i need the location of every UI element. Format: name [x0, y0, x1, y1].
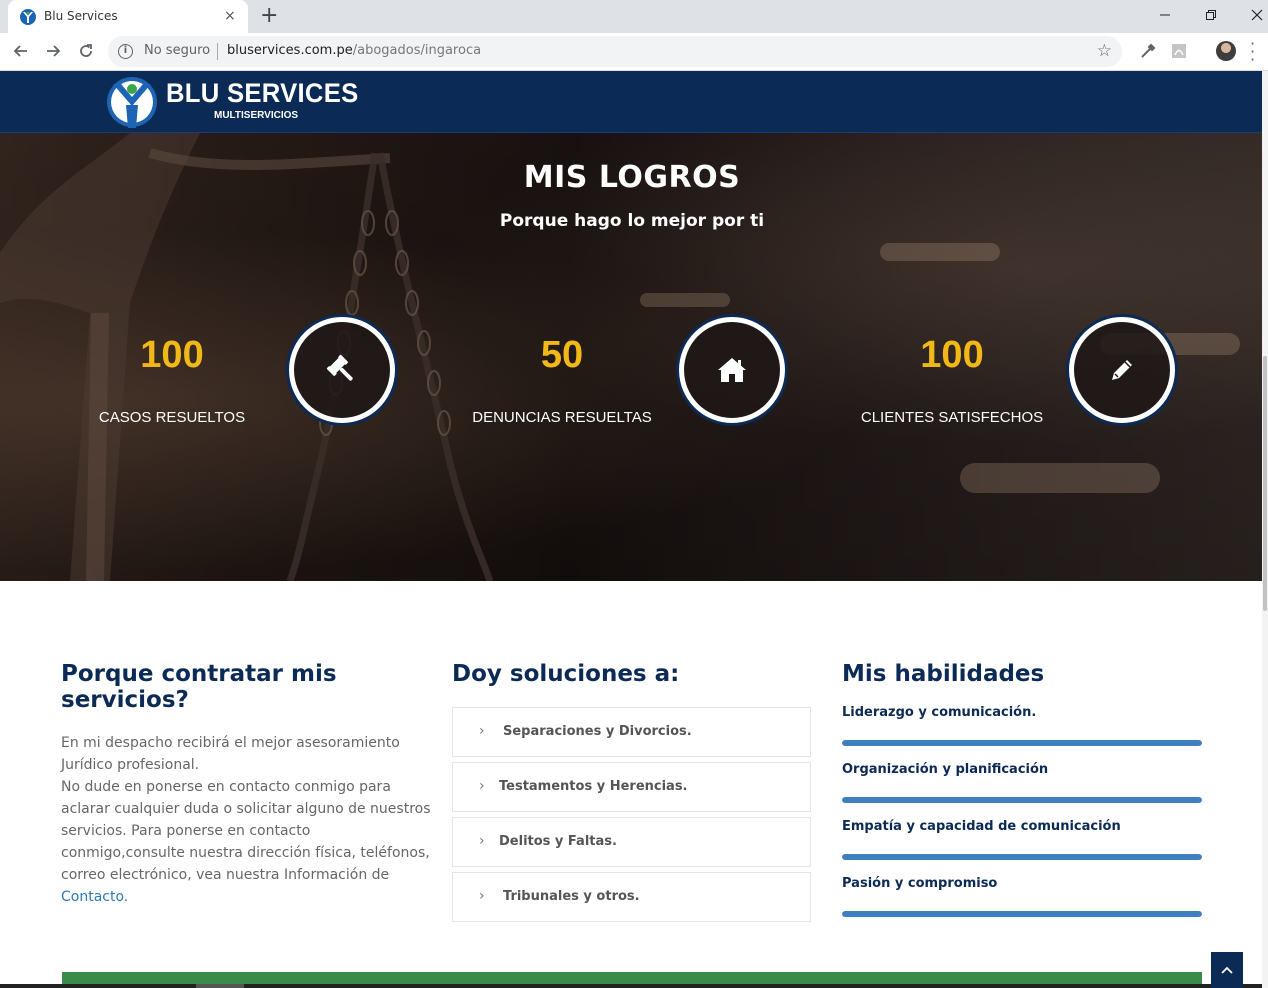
browser-menu-icon[interactable]: · · ·	[1250, 36, 1255, 68]
accordion-item[interactable]: › Separaciones y Divorcios.	[452, 707, 811, 757]
stat-number: 100	[140, 334, 204, 376]
stat-icon-circle	[1069, 317, 1175, 423]
chevron-right-icon: ›	[479, 888, 485, 904]
skill-label: Organización y planificación	[842, 762, 1049, 777]
stat-number: 100	[920, 334, 984, 376]
blu-services-logo-icon[interactable]	[106, 76, 158, 128]
accordion-label: Separaciones y Divorcios.	[503, 724, 692, 739]
back-arrow-icon[interactable]	[8, 38, 34, 64]
page-scrollbar[interactable]	[1262, 71, 1268, 988]
site-favicon-icon	[20, 9, 36, 25]
eyedropper-extension-icon[interactable]	[1139, 42, 1157, 60]
tab-title: Blu Services	[44, 9, 118, 23]
skill-progress-bar	[842, 797, 1202, 803]
forward-arrow-icon[interactable]	[40, 38, 66, 64]
scroll-to-top-button[interactable]	[1211, 952, 1243, 988]
reload-icon[interactable]	[73, 38, 99, 64]
skill-label: Liderazgo y comunicación.	[842, 705, 1037, 720]
logo-subtitle: MULTISERVICIOS	[214, 110, 299, 121]
scrollbar-thumb[interactable]	[1263, 356, 1267, 611]
bookmark-star-icon[interactable]: ☆	[1097, 41, 1112, 61]
stat-icon-circle	[289, 317, 395, 423]
address-bar[interactable]: i No seguro bluservices.com.pe/abogados/…	[108, 36, 1122, 67]
skill-progress-fill	[842, 740, 1202, 746]
gavel-icon	[326, 354, 353, 381]
chevron-right-icon: ›	[479, 778, 485, 794]
stat-label: CASOS RESUELTOS	[98, 409, 246, 426]
close-window-icon[interactable]	[1234, 0, 1268, 30]
about-title: Porque contratar mis servicios?	[61, 661, 337, 713]
skill-progress-bar	[842, 854, 1202, 860]
accordion-label: Delitos y Faltas.	[499, 834, 617, 849]
achievements-title: MIS LOGROS	[523, 160, 741, 195]
solutions-title: Doy soluciones a:	[452, 661, 680, 687]
accordion-item[interactable]: › Tribunales y otros.	[452, 872, 811, 922]
skill-progress-bar	[842, 740, 1202, 746]
stat-label: CLIENTES SATISFECHOS	[860, 409, 1044, 426]
about-text: En mi despacho recibirá el mejor asesora…	[61, 732, 431, 908]
stat-label: DENUNCIAS RESUELTAS	[472, 409, 652, 426]
contact-link[interactable]: Contacto.	[61, 889, 128, 905]
profile-avatar[interactable]	[1216, 41, 1236, 61]
chevron-right-icon: ›	[479, 723, 485, 739]
restore-icon[interactable]	[1188, 0, 1234, 30]
logo-name[interactable]: BLU SERVICES	[166, 78, 359, 109]
skill-label: Pasión y compromiso	[842, 876, 998, 891]
skill-progress-fill	[842, 797, 1202, 803]
about-paragraph-2: No dude en ponerse en contacto conmigo p…	[61, 776, 431, 908]
bottom-strip	[0, 984, 1268, 988]
site-header: BLU SERVICES MULTISERVICIOS	[0, 71, 1268, 133]
skills-title: Mis habilidades	[842, 661, 1045, 687]
skill-progress-fill	[842, 854, 1202, 860]
browser-toolbar: i No seguro bluservices.com.pe/abogados/…	[0, 33, 1268, 71]
accordion-item[interactable]: › Testamentos y Herencias.	[452, 762, 811, 812]
accordion-label: Tribunales y otros.	[503, 889, 640, 904]
home-icon	[718, 358, 746, 382]
pdf-extension-icon[interactable]	[1170, 42, 1188, 60]
omnibox-divider	[217, 43, 218, 60]
chevron-up-icon	[1221, 966, 1233, 974]
browser-tab[interactable]: Blu Services ×	[8, 0, 248, 33]
bottom-strip-segment	[196, 984, 244, 988]
minimize-icon[interactable]	[1142, 0, 1188, 30]
about-paragraph-1: En mi despacho recibirá el mejor asesora…	[61, 735, 400, 773]
site-info-icon[interactable]: i	[118, 44, 133, 59]
url-path: /abogados/ingaroca	[352, 43, 482, 58]
achievements-section: MIS LOGROS Porque hago lo mejor por ti 1…	[0, 133, 1268, 581]
chevron-right-icon: ›	[479, 833, 485, 849]
tab-close-icon[interactable]: ×	[224, 7, 236, 25]
skill-progress-bar	[842, 911, 1202, 917]
new-tab-button[interactable]: +	[260, 3, 278, 29]
accordion-item[interactable]: › Delitos y Faltas.	[452, 817, 811, 867]
about-paragraph-2-text: No dude en ponerse en contacto conmigo p…	[61, 779, 431, 883]
stat-number: 50	[540, 334, 584, 376]
browser-tabstrip: Blu Services × +	[0, 0, 1268, 33]
url-domain: bluservices.com.pe	[227, 43, 353, 58]
achievements-subtitle: Porque hago lo mejor por ti	[499, 211, 765, 231]
skill-label: Empatía y capacidad de comunicación	[842, 819, 1121, 834]
security-status: No seguro	[144, 43, 211, 58]
accordion-label: Testamentos y Herencias.	[499, 779, 688, 794]
url-text[interactable]: bluservices.com.pe/abogados/ingaroca	[227, 43, 481, 58]
stat-icon-circle	[679, 317, 785, 423]
pencil-icon	[1112, 360, 1132, 380]
skill-progress-fill	[842, 911, 1202, 917]
